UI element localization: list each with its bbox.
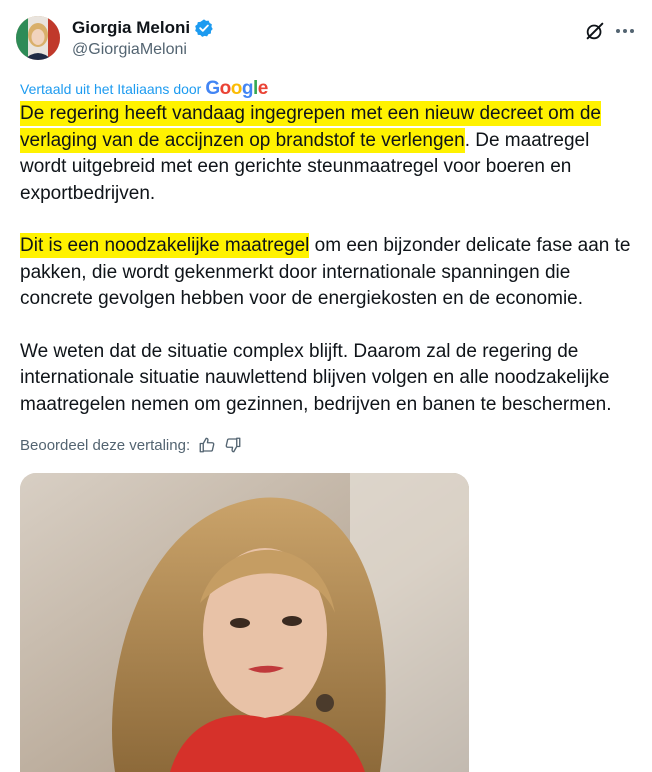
- tweet-paragraph-2: Dit is een noodzakelijke maatregel om ee…: [20, 233, 632, 313]
- avatar[interactable]: [16, 16, 60, 60]
- grok-icon[interactable]: [584, 20, 606, 42]
- google-logo: Google: [205, 78, 268, 99]
- portrait-image: [20, 473, 469, 772]
- tweet-paragraph-3: We weten dat de situatie complex blijft.…: [20, 340, 612, 415]
- rate-translation-label: Beoordeel deze vertaling:: [20, 436, 191, 454]
- thumbs-up-icon[interactable]: [198, 436, 216, 454]
- translation-notice: Vertaald uit het Italiaans door Google: [20, 78, 268, 100]
- highlighted-text: Dit is een noodzakelijke maatregel: [20, 233, 310, 258]
- more-icon[interactable]: [616, 24, 636, 38]
- rate-translation: Beoordeel deze vertaling:: [20, 436, 242, 454]
- tweet-text: De regering heeft vandaag ingegrepen met…: [20, 101, 632, 444]
- tweet-header: Giorgia Meloni @GiorgiaMeloni: [16, 12, 642, 64]
- author-name[interactable]: Giorgia Meloni: [72, 18, 190, 38]
- tweet-photo[interactable]: [20, 473, 469, 772]
- translation-label: Vertaald uit het Italiaans door: [20, 81, 202, 97]
- author-name-row: Giorgia Meloni: [72, 18, 214, 38]
- author-handle[interactable]: @GiorgiaMeloni: [72, 41, 187, 59]
- tweet-paragraph-1: De regering heeft vandaag ingegrepen met…: [20, 101, 632, 207]
- verified-badge-icon: [195, 19, 213, 37]
- thumbs-down-icon[interactable]: [224, 436, 242, 454]
